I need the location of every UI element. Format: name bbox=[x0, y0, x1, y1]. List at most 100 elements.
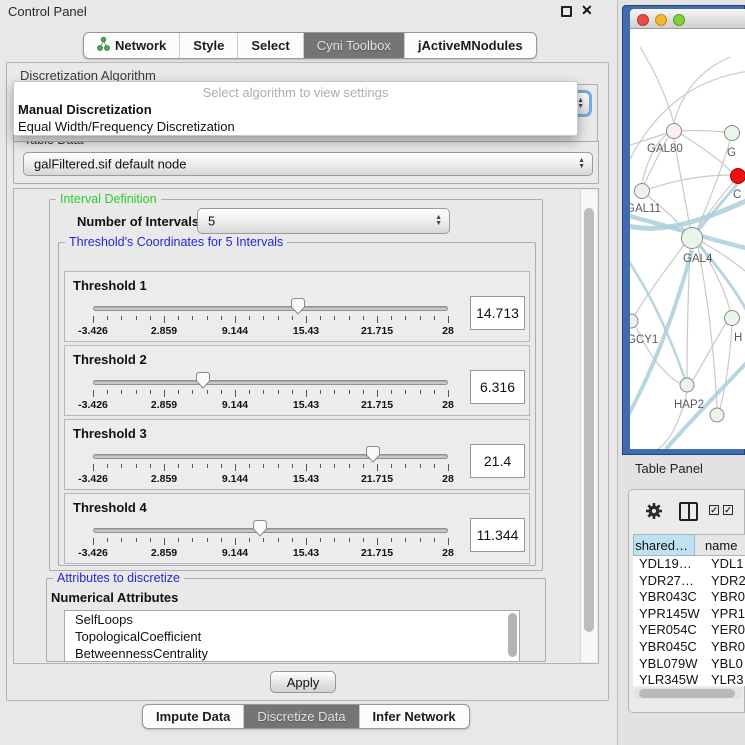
slider-track[interactable] bbox=[93, 380, 448, 385]
attribute-list-item[interactable]: SelfLoops bbox=[65, 611, 519, 628]
vertical-scrollbar[interactable] bbox=[580, 190, 597, 662]
table-row[interactable]: YPR145WYPR1 bbox=[633, 606, 745, 623]
cell-shared-name[interactable]: YER054C bbox=[633, 622, 707, 639]
thresholds-group-title: Threshold's Coordinates for 5 Intervals bbox=[65, 235, 287, 249]
network-edge-highlighted[interactable] bbox=[630, 255, 685, 379]
table-row[interactable]: YBL079WYBL0 bbox=[633, 656, 745, 673]
scrollbar-thumb[interactable] bbox=[639, 689, 735, 698]
scrollbar-thumb[interactable] bbox=[584, 208, 594, 632]
numerical-attributes-list[interactable]: SelfLoopsTopologicalCoefficientBetweenne… bbox=[64, 610, 520, 662]
column-header-shared-name[interactable]: shared… bbox=[633, 534, 695, 556]
network-node-gal4[interactable] bbox=[682, 228, 703, 249]
slider-track[interactable] bbox=[93, 306, 448, 311]
slider-track[interactable] bbox=[93, 528, 448, 533]
cell-shared-name[interactable]: YDL19… bbox=[633, 556, 707, 573]
network-window-titlebar[interactable] bbox=[630, 9, 745, 29]
cell-shared-name[interactable]: YPR145W bbox=[633, 606, 707, 623]
minor-tick bbox=[178, 538, 179, 542]
cell-shared-name[interactable]: YLR345W bbox=[633, 672, 707, 686]
network-canvas[interactable]: GAL80GCGAL11GAL4GCY1HHAP2 bbox=[630, 29, 745, 449]
minor-tick bbox=[221, 538, 222, 542]
network-edge[interactable] bbox=[720, 326, 732, 409]
slider-handle[interactable] bbox=[365, 445, 381, 463]
minimize-traffic-light[interactable] bbox=[655, 14, 667, 26]
network-node-h[interactable] bbox=[725, 311, 740, 326]
tab-impute-data[interactable]: Impute Data bbox=[143, 705, 244, 728]
network-edge[interactable] bbox=[674, 57, 730, 123]
apply-button[interactable]: Apply bbox=[270, 671, 336, 693]
threshold-value-field[interactable]: 21.4 bbox=[470, 444, 525, 478]
network-edge[interactable] bbox=[681, 134, 731, 172]
network-edge[interactable] bbox=[642, 134, 668, 183]
network-node-gal11[interactable] bbox=[635, 184, 650, 199]
table-row[interactable]: YDR27…YDR2 bbox=[633, 573, 745, 590]
table-row[interactable]: YLR345WYLR3 bbox=[633, 672, 745, 686]
table-row[interactable]: YDL19…YDL1 bbox=[633, 556, 745, 573]
tab-jactivemnodules[interactable]: jActiveMNodules bbox=[405, 33, 536, 58]
table-row[interactable]: YBR045CYBR0 bbox=[633, 639, 745, 656]
cell-name[interactable]: YBR0 bbox=[707, 589, 745, 606]
tab-discretize-data[interactable]: Discretize Data bbox=[244, 705, 359, 728]
dropdown-option-equal-width-frequency[interactable]: Equal Width/Frequency Discretization bbox=[14, 118, 577, 135]
major-tick bbox=[164, 390, 165, 397]
table-data-combobox[interactable]: galFiltered.sif default node ▲▼ bbox=[23, 152, 593, 176]
dropdown-prompt-item[interactable]: Select algorithm to view settings bbox=[14, 84, 577, 101]
slider-handle[interactable] bbox=[252, 519, 268, 537]
number-of-intervals-combobox[interactable]: 5 ▲▼ bbox=[197, 208, 450, 234]
network-edge[interactable] bbox=[640, 47, 674, 123]
slider-handle[interactable] bbox=[195, 371, 211, 389]
zoom-traffic-light[interactable] bbox=[673, 14, 685, 26]
network-edge[interactable] bbox=[693, 323, 726, 380]
tick-label: -3.426 bbox=[78, 473, 108, 485]
cell-name[interactable]: YDL1 bbox=[707, 556, 745, 573]
list-scrollbar-thumb[interactable] bbox=[508, 613, 517, 657]
cell-shared-name[interactable]: YBL079W bbox=[633, 656, 707, 673]
close-traffic-light[interactable] bbox=[637, 14, 649, 26]
cell-name[interactable]: YBR0 bbox=[707, 639, 745, 656]
tab-infer-network[interactable]: Infer Network bbox=[360, 705, 469, 728]
control-panel: Control Panel ✕ Network Style Select Cyn… bbox=[0, 0, 618, 745]
table-row[interactable]: YBR043CYBR0 bbox=[633, 589, 745, 606]
network-node-gcy1[interactable] bbox=[630, 314, 638, 328]
threshold-value-field[interactable]: 11.344 bbox=[470, 518, 525, 552]
network-node-hap2[interactable] bbox=[680, 378, 694, 392]
cell-name[interactable]: YLR3 bbox=[707, 672, 745, 686]
close-icon[interactable]: ✕ bbox=[581, 2, 593, 19]
minor-tick bbox=[207, 464, 208, 468]
cell-shared-name[interactable]: YDR27… bbox=[633, 573, 707, 590]
network-node-gal80[interactable] bbox=[667, 124, 682, 139]
tab-style[interactable]: Style bbox=[180, 33, 238, 58]
cell-name[interactable]: YDR2 bbox=[707, 573, 745, 590]
threshold-value-field[interactable]: 14.713 bbox=[470, 296, 525, 330]
network-node[interactable] bbox=[710, 408, 724, 422]
dropdown-option-manual-discretization[interactable]: Manual Discretization bbox=[14, 101, 577, 118]
horizontal-scrollbar[interactable] bbox=[633, 688, 743, 699]
network-node-g[interactable] bbox=[725, 126, 740, 141]
cell-name[interactable]: YBL0 bbox=[707, 656, 745, 673]
cell-name[interactable]: YER0 bbox=[707, 622, 745, 639]
cell-name[interactable]: YPR1 bbox=[707, 606, 745, 623]
network-edge[interactable] bbox=[649, 175, 731, 189]
network-node-c[interactable] bbox=[731, 169, 745, 184]
checkbox-icon[interactable]: ✓ bbox=[723, 505, 733, 515]
tab-cyni-toolbox[interactable]: Cyni Toolbox bbox=[304, 33, 405, 58]
slider-track[interactable] bbox=[93, 454, 448, 459]
column-header-name[interactable]: name bbox=[695, 534, 745, 556]
tab-select[interactable]: Select bbox=[238, 33, 303, 58]
threshold-value-field[interactable]: 6.316 bbox=[470, 370, 525, 404]
network-view-window: GAL80GCGAL11GAL4GCY1HHAP2 bbox=[622, 5, 745, 455]
attribute-list-item[interactable]: BetweennessCentrality bbox=[65, 645, 519, 662]
slider-handle[interactable] bbox=[290, 297, 306, 315]
float-window-icon[interactable] bbox=[561, 6, 572, 17]
table-row[interactable]: YER054CYER0 bbox=[633, 622, 745, 639]
checkbox-icon[interactable]: ✓ bbox=[709, 505, 719, 515]
network-edge[interactable] bbox=[697, 182, 733, 229]
tab-network[interactable]: Network bbox=[84, 33, 180, 58]
cell-shared-name[interactable]: YBR043C bbox=[633, 589, 707, 606]
network-edge[interactable] bbox=[681, 131, 725, 132]
split-panel-icon[interactable] bbox=[679, 502, 698, 521]
minor-tick bbox=[405, 316, 406, 320]
attribute-list-item[interactable]: TopologicalCoefficient bbox=[65, 628, 519, 645]
gear-icon[interactable] bbox=[645, 502, 663, 525]
cell-shared-name[interactable]: YBR045C bbox=[633, 639, 707, 656]
